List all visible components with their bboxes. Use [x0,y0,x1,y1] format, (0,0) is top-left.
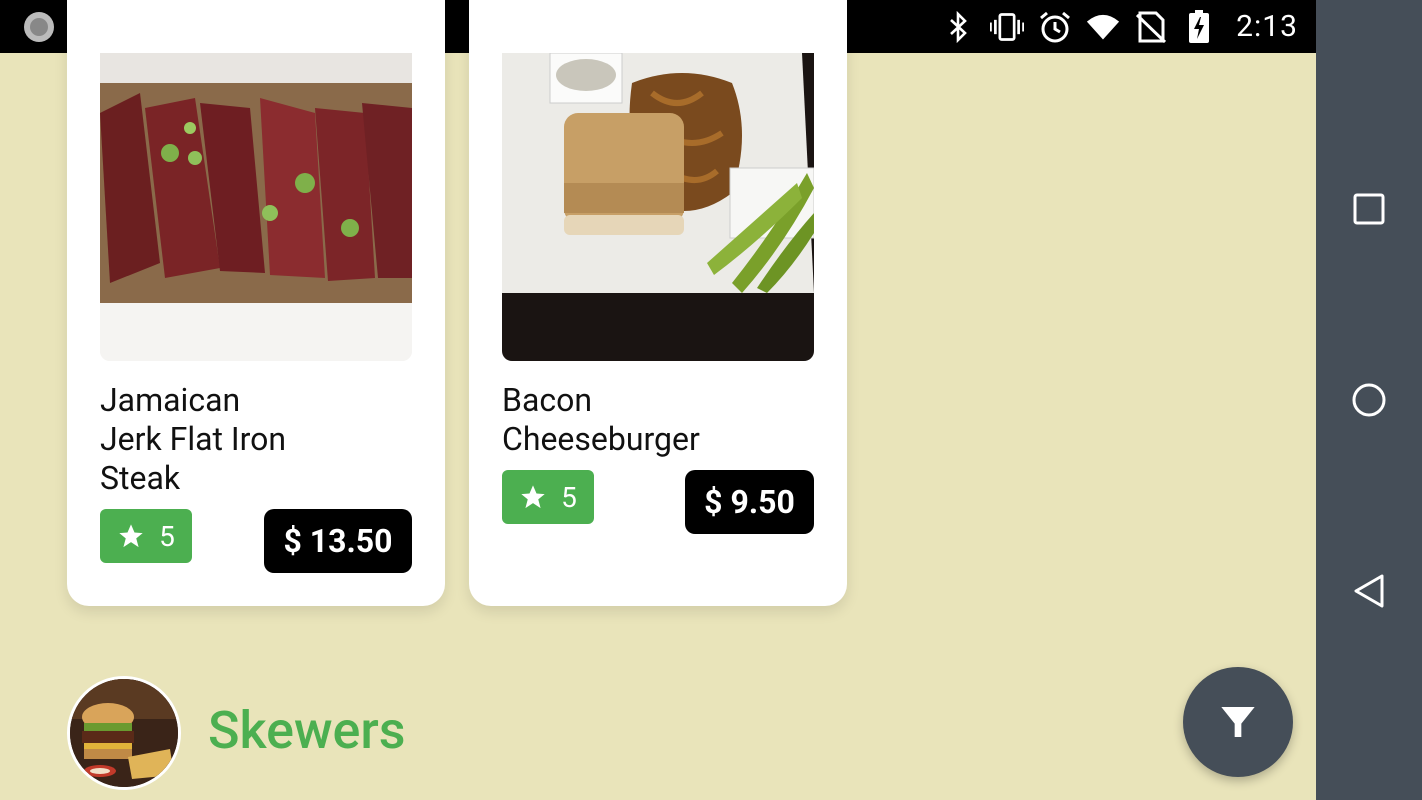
star-icon [521,485,545,509]
bluetooth-icon [942,10,976,44]
item-title-line: Bacon [502,381,593,419]
back-triangle-icon [1354,574,1384,608]
menu-item-card[interactable]: Bacon Cheeseburger 5 $ 9.50 [469,0,847,606]
item-title-line: Jerk Flat Iron [100,420,287,458]
item-title: Jamaican Jerk Flat Iron Steak [100,381,420,498]
menu-item-card[interactable]: Jamaican Jerk Flat Iron Steak 5 $ 13.50 [67,0,445,606]
navigation-bar [1316,0,1422,800]
food-photo-steak [100,53,412,361]
app-notification-icon [22,10,56,44]
star-icon [119,524,143,548]
wifi-icon [1086,10,1120,44]
back-button[interactable] [1349,571,1389,611]
food-photo-burger [502,53,814,361]
rating-value: 5 [159,519,175,553]
price-badge[interactable]: $ 9.50 [685,470,814,534]
no-sim-icon [1134,10,1168,44]
vibrate-icon [990,10,1025,44]
item-title-line: Steak [100,459,181,497]
filter-button[interactable] [1183,667,1293,777]
item-title-line: Cheeseburger [502,420,700,458]
clock-time: 2:13 [1236,9,1298,44]
price-badge[interactable]: $ 13.50 [264,509,412,573]
category-title[interactable]: Skewers [208,700,406,761]
item-title-line: Jamaican [100,381,241,419]
rating-badge: 5 [100,509,192,563]
recents-square-icon [1353,193,1385,225]
filter-icon [1221,707,1255,737]
battery-charging-icon [1182,9,1216,44]
rating-value: 5 [561,480,577,514]
recents-button[interactable] [1349,189,1389,229]
home-button[interactable] [1349,380,1389,420]
category-avatar[interactable] [67,676,181,790]
alarm-icon [1038,10,1072,44]
item-title: Bacon Cheeseburger [502,381,822,459]
rating-badge: 5 [502,470,594,524]
home-circle-icon [1352,383,1386,417]
